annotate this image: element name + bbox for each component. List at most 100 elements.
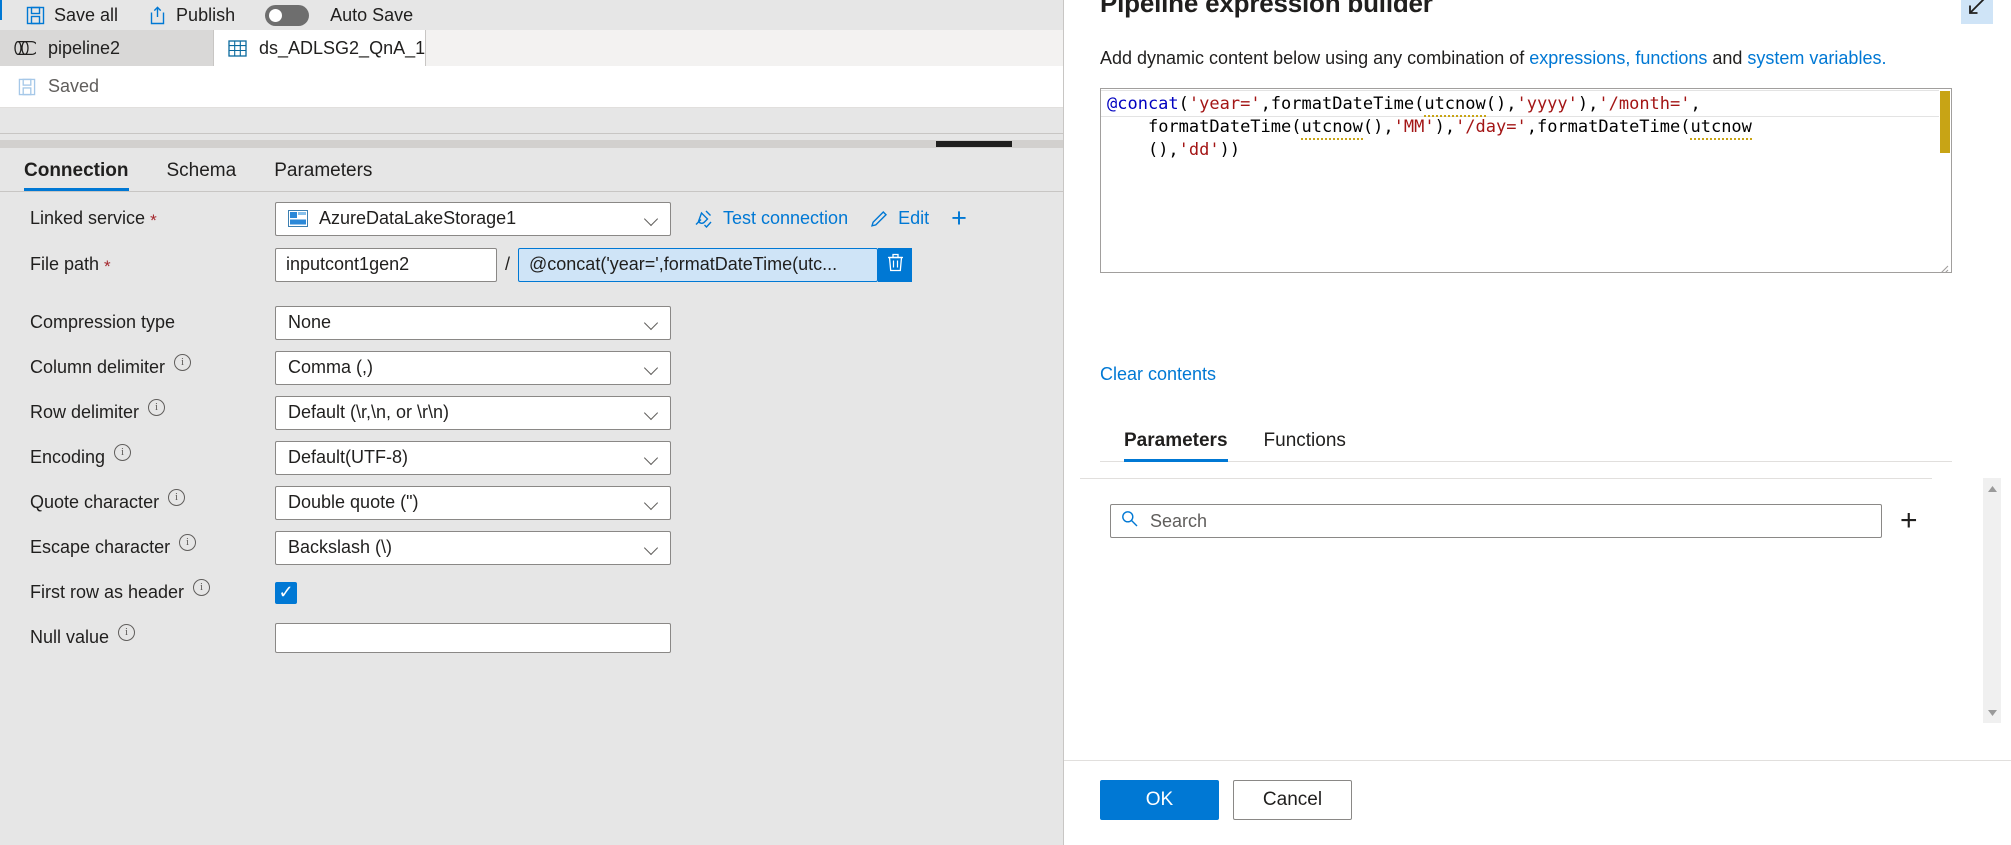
row-delimiter-dropdown[interactable]: Default (\r,\n, or \r\n) xyxy=(275,395,671,430)
linked-service-dropdown[interactable]: AzureDataLakeStorage1 xyxy=(275,201,671,236)
scroll-up-arrow-icon[interactable] xyxy=(1984,480,2001,497)
tab-label: pipeline2 xyxy=(48,37,121,58)
editor-tabstrip: pipeline2 ds_ADLSG2_QnA_12... ✕ xyxy=(0,30,1063,66)
app-root: Save all Publish Auto Save pipeline2 ds_… xyxy=(0,0,2011,845)
escape-character-label-group: Escape character i xyxy=(0,534,275,558)
chevron-down-icon xyxy=(644,211,660,227)
expand-dialog-button[interactable] xyxy=(1961,0,1993,24)
file-path-container-input[interactable]: inputcont1gen2 xyxy=(275,247,497,282)
checkmark-icon: ✓ xyxy=(278,582,294,602)
publish-label: Publish xyxy=(176,4,236,25)
chevron-down-icon xyxy=(644,450,660,466)
expression-builder-dialog: Pipeline expression builder Add dynamic … xyxy=(1063,0,2011,845)
edit-label: Edit xyxy=(898,208,930,228)
dialog-tab-parameters-label: Parameters xyxy=(1124,430,1228,451)
datalake-icon xyxy=(288,210,308,227)
dialog-tabs: Parameters Functions xyxy=(1100,420,1952,462)
add-parameter-button[interactable]: + xyxy=(1900,506,1918,536)
first-row-as-header-label-group: First row as header i xyxy=(0,579,275,603)
expression-code-text: @concat('year=',formatDateTime(utcnow(),… xyxy=(1107,94,1752,160)
dialog-tab-parameters[interactable]: Parameters xyxy=(1124,430,1240,462)
add-linked-service-icon[interactable]: + xyxy=(951,205,967,232)
expand-arrow-icon xyxy=(1966,0,1988,22)
tab-parameters-label: Parameters xyxy=(274,160,373,181)
editor-scrollbar-thumb[interactable] xyxy=(1940,91,1950,153)
linked-service-label-group: Linked service * xyxy=(0,208,275,229)
encoding-dropdown[interactable]: Default(UTF-8) xyxy=(275,440,671,475)
chevron-down-icon xyxy=(644,315,660,331)
test-connection-button[interactable]: Test connection xyxy=(693,208,848,229)
quote-character-label: Quote character xyxy=(30,492,160,512)
test-connection-label: Test connection xyxy=(723,208,849,228)
link-expressions-functions[interactable]: expressions, functions xyxy=(1529,48,1707,68)
row-first-row-as-header: First row as header i ✓ xyxy=(0,570,1063,615)
tab-parameters[interactable]: Parameters xyxy=(274,160,388,191)
info-icon[interactable]: i xyxy=(193,579,211,596)
compression-type-label: Compression type xyxy=(30,312,176,332)
auto-save-toggle[interactable] xyxy=(265,4,310,26)
row-delimiter-label: Row delimiter xyxy=(30,402,140,422)
save-all-button[interactable]: Save all xyxy=(26,5,118,26)
tabstrip-empty-area xyxy=(426,30,1063,66)
column-delimiter-label: Column delimiter xyxy=(30,357,166,377)
info-icon[interactable]: i xyxy=(168,489,186,506)
expression-code-editor[interactable]: @concat('year=',formatDateTime(utcnow(),… xyxy=(1100,88,1952,273)
link-system-variables[interactable]: system variables. xyxy=(1747,48,1886,68)
splitter-grip[interactable] xyxy=(936,141,1012,147)
encoding-value: Default(UTF-8) xyxy=(288,447,409,467)
info-icon[interactable]: i xyxy=(179,534,197,551)
chevron-down-icon xyxy=(644,540,660,556)
dialog-tab-functions[interactable]: Functions xyxy=(1264,430,1358,461)
ok-button[interactable]: OK xyxy=(1100,780,1219,820)
parameters-list-scrollbar[interactable] xyxy=(1983,478,2001,723)
compression-type-dropdown[interactable]: None xyxy=(275,305,671,340)
encoding-label: Encoding xyxy=(30,447,106,467)
info-icon[interactable]: i xyxy=(114,444,132,461)
info-icon[interactable]: i xyxy=(174,354,192,371)
quote-character-dropdown[interactable]: Double quote (") xyxy=(275,485,671,520)
dialog-tab-functions-label: Functions xyxy=(1263,430,1346,451)
clear-contents-button[interactable]: Clear contents xyxy=(1100,364,1216,385)
quote-character-value: Double quote (") xyxy=(288,492,419,512)
escape-character-dropdown[interactable]: Backslash (\) xyxy=(275,530,671,565)
null-value-label-group: Null value i xyxy=(0,624,275,648)
tab-connection[interactable]: Connection xyxy=(24,160,145,191)
file-path-expression-input[interactable]: @concat('year=',formatDateTime(utc... xyxy=(518,247,879,282)
dialog-subtitle: Add dynamic content below using any comb… xyxy=(1100,48,1886,69)
edit-linked-service-button[interactable]: Edit xyxy=(870,208,929,229)
publish-button[interactable]: Publish xyxy=(148,5,235,26)
column-delimiter-label-group: Column delimiter i xyxy=(0,354,275,378)
scroll-down-arrow-icon[interactable] xyxy=(1984,704,2001,721)
parameters-search-row: + xyxy=(1110,504,1952,538)
table-icon xyxy=(228,39,247,57)
search-icon xyxy=(1121,510,1138,532)
file-path-label-group: File path * xyxy=(0,254,275,275)
tab-ds-adlsg2-qna[interactable]: ds_ADLSG2_QnA_12... ✕ xyxy=(214,30,496,66)
column-delimiter-value: Comma (,) xyxy=(288,357,373,377)
splitter-band[interactable] xyxy=(0,140,1063,148)
dataset-panel-tabs: Connection Schema Parameters xyxy=(0,150,1063,192)
search-input-wrapper[interactable] xyxy=(1110,504,1882,538)
tab-schema-label: Schema xyxy=(166,160,237,181)
null-value-input[interactable] xyxy=(275,622,671,653)
info-icon[interactable]: i xyxy=(148,399,166,416)
delete-expression-button[interactable] xyxy=(878,247,913,282)
info-icon[interactable]: i xyxy=(118,624,136,641)
cancel-button[interactable]: Cancel xyxy=(1233,780,1352,820)
first-row-as-header-checkbox[interactable]: ✓ xyxy=(275,581,297,604)
editor-resize-handle[interactable] xyxy=(1938,259,1949,272)
escape-character-label: Escape character xyxy=(30,537,171,557)
top-toolbar: Save all Publish Auto Save xyxy=(0,0,1063,30)
chevron-down-icon xyxy=(644,360,660,376)
save-status-bar: Saved xyxy=(0,66,1063,108)
column-delimiter-dropdown[interactable]: Comma (,) xyxy=(275,350,671,385)
auto-save-toggle-group[interactable]: Auto Save xyxy=(265,4,413,26)
row-delimiter-label-group: Row delimiter i xyxy=(0,399,275,423)
file-path-expression-value: @concat('year=',formatDateTime(utc... xyxy=(529,254,838,274)
search-input[interactable] xyxy=(1148,509,1871,533)
tab-pipeline2[interactable]: pipeline2 xyxy=(0,30,214,66)
tab-schema[interactable]: Schema xyxy=(167,160,253,191)
editor-scrollbar[interactable] xyxy=(1939,89,1951,272)
linked-service-label: Linked service xyxy=(30,208,146,228)
encoding-label-group: Encoding i xyxy=(0,444,275,468)
